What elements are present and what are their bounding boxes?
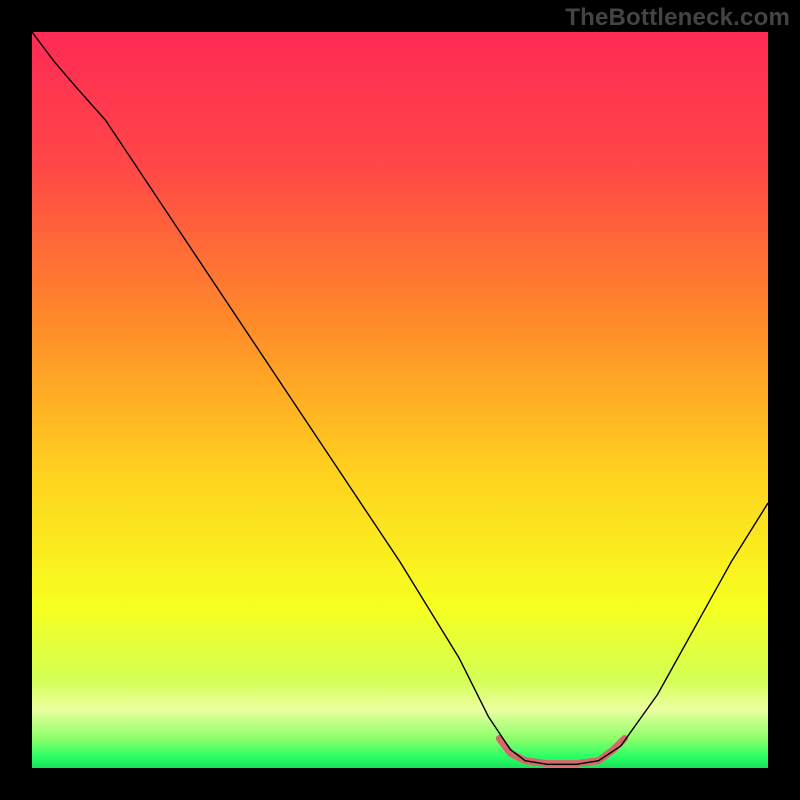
watermark-text: TheBottleneck.com bbox=[565, 4, 790, 32]
chart-container: TheBottleneck.com bbox=[0, 0, 800, 800]
chart-svg bbox=[32, 32, 768, 768]
gradient-background bbox=[32, 32, 768, 768]
plot-area bbox=[32, 32, 768, 768]
